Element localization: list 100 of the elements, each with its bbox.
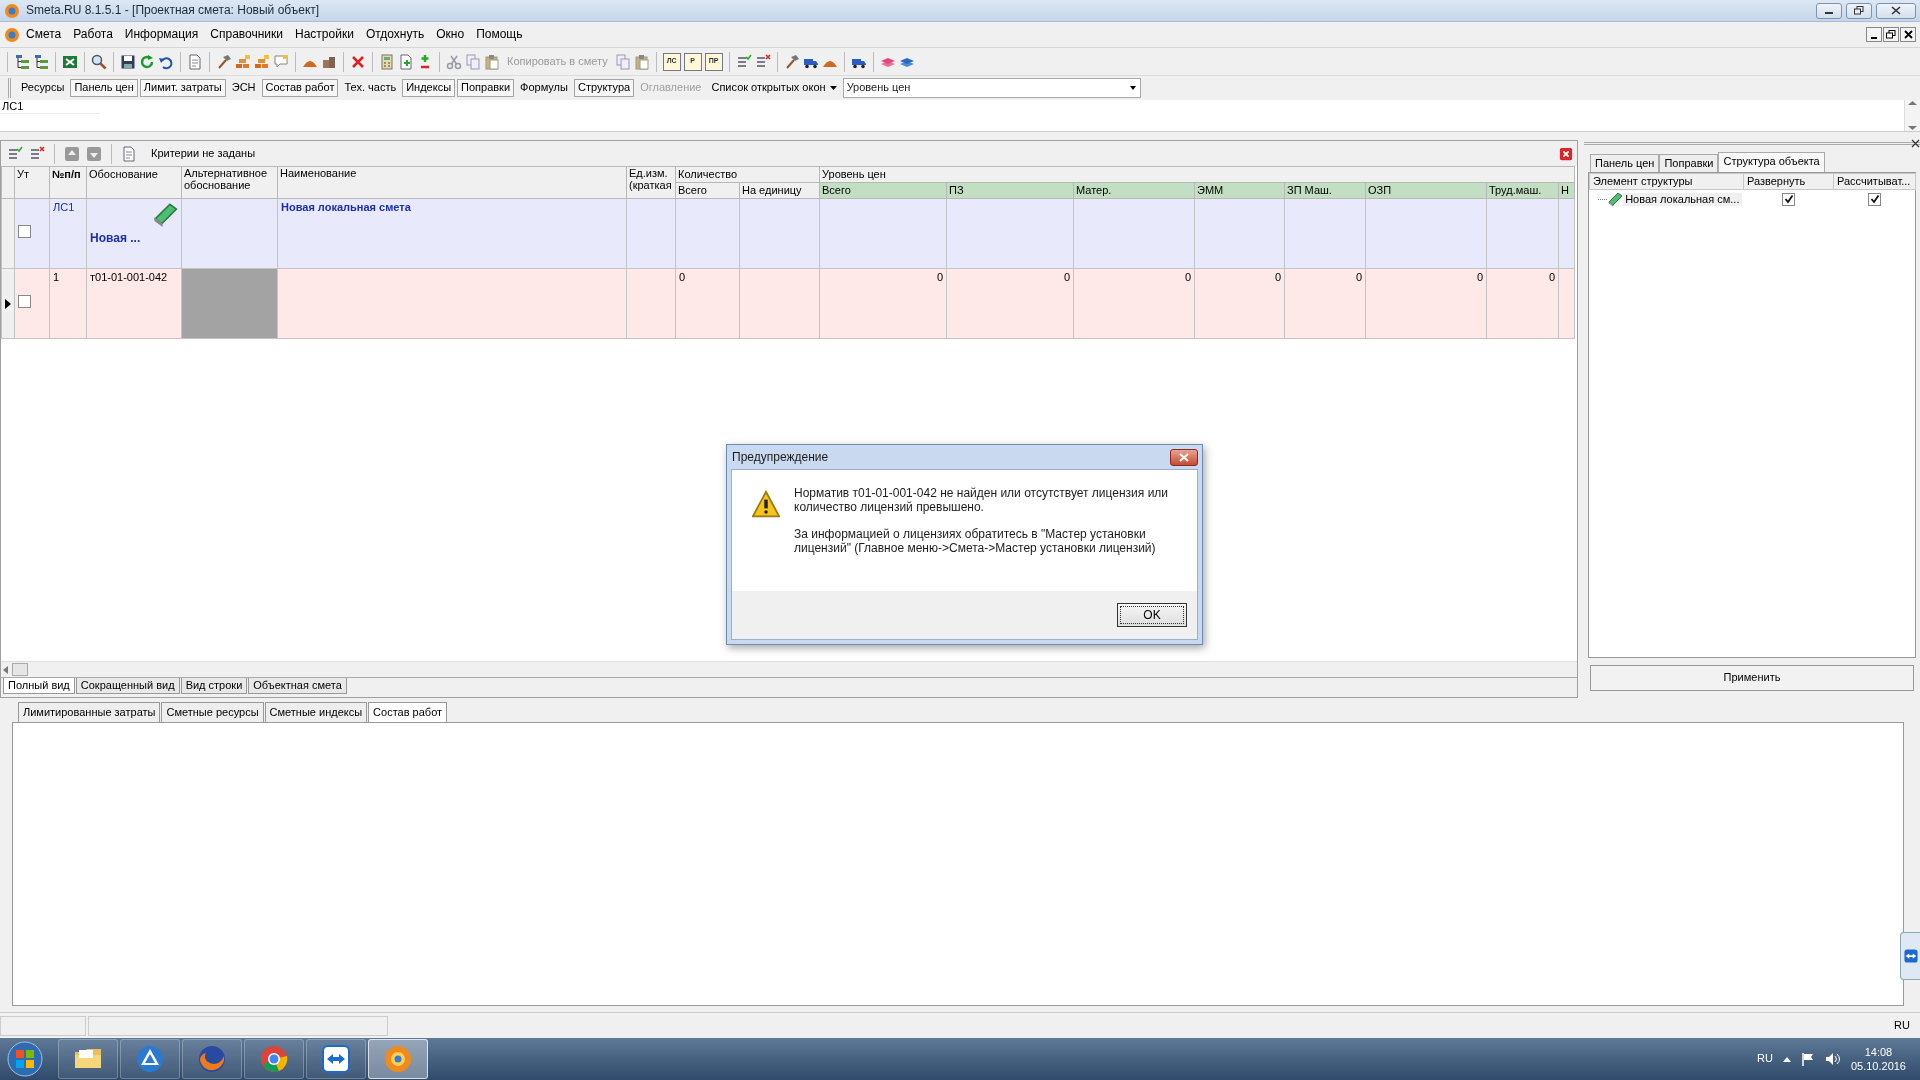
close-icon[interactable] xyxy=(1911,139,1920,148)
list-icon[interactable] xyxy=(754,53,771,70)
column-group-header: Количество xyxy=(675,166,820,183)
column-header[interactable]: Ут xyxy=(14,166,50,199)
app-icon[interactable] xyxy=(383,1044,413,1074)
calculator-icon[interactable] xyxy=(379,53,395,70)
column-header[interactable]: Наименование xyxy=(277,166,627,199)
scissors-icon[interactable] xyxy=(446,53,462,70)
panel-button[interactable]: Поправки xyxy=(457,79,515,97)
document-icon[interactable] xyxy=(187,53,203,70)
scroll-left-icon[interactable] xyxy=(3,665,8,674)
panel-tab[interactable]: Сметные ресурсы xyxy=(161,702,264,722)
menu-item[interactable]: Справочники xyxy=(204,25,290,44)
panel-tab[interactable]: Панель цен xyxy=(1590,153,1660,172)
panel-button[interactable]: Ресурсы xyxy=(17,79,69,97)
scroll-down-icon[interactable] xyxy=(1908,125,1917,131)
close-button[interactable] xyxy=(1876,2,1916,19)
clock-time[interactable]: 14:08 xyxy=(1850,1044,1906,1059)
column-header[interactable]: Ед.изм. (краткая xyxy=(626,166,676,199)
panel-button[interactable]: Структура xyxy=(573,79,635,97)
menu-item[interactable]: Настройки xyxy=(289,25,360,44)
scrollbar-thumb[interactable] xyxy=(12,663,28,676)
ring-icon[interactable] xyxy=(259,1044,289,1074)
view-tab[interactable]: Вид строки xyxy=(180,678,248,695)
checkbox[interactable] xyxy=(18,295,31,309)
paste-icon[interactable] xyxy=(484,53,500,70)
restore-button[interactable] xyxy=(1883,27,1899,42)
column-header[interactable]: Обоснование xyxy=(86,166,182,199)
globe-icon[interactable] xyxy=(197,1044,227,1074)
add-document-icon[interactable] xyxy=(398,53,414,70)
panel-tab[interactable]: Лимитированные затраты xyxy=(18,702,161,722)
list-icon[interactable] xyxy=(29,145,45,162)
close-button[interactable] xyxy=(1900,27,1916,42)
panel-button[interactable]: Лимит. затраты xyxy=(139,79,226,97)
price-level-dropdown[interactable]: Уровень цен xyxy=(842,78,1141,98)
menu-item[interactable]: Смета xyxy=(20,25,68,44)
caret-icon[interactable] xyxy=(1782,1056,1791,1062)
close-button[interactable] xyxy=(1170,448,1198,466)
minimize-button[interactable] xyxy=(1866,27,1882,42)
tree-icon[interactable] xyxy=(33,53,49,70)
checkbox[interactable] xyxy=(1868,192,1881,206)
checkbox[interactable] xyxy=(1782,192,1795,206)
checklist-icon[interactable] xyxy=(7,145,23,162)
minimize-button[interactable] xyxy=(1816,2,1842,19)
panel-button[interactable]: Состав работ xyxy=(261,79,339,97)
view-tab[interactable]: Сокращенный вид xyxy=(75,678,180,695)
menu-item[interactable]: Помощь xyxy=(470,25,529,44)
speaker-icon[interactable] xyxy=(1824,1052,1841,1066)
menu-item[interactable]: Работа xyxy=(67,25,119,44)
hammer-icon[interactable] xyxy=(216,53,232,70)
open-windows-dropdown[interactable]: Список открытых окон xyxy=(707,79,841,97)
table-cell: 0 xyxy=(946,268,1074,339)
column-header[interactable]: №п/п xyxy=(49,166,87,199)
menu-item[interactable]: Информация xyxy=(118,25,205,44)
clock-date[interactable]: 05.10.2016 xyxy=(1850,1059,1906,1074)
language-indicator: RU xyxy=(1893,1018,1911,1033)
panel-tab[interactable]: Структура объекта xyxy=(1718,151,1825,172)
close-icon[interactable] xyxy=(1559,146,1573,161)
panel-tab[interactable]: Состав работ xyxy=(368,702,448,722)
panel-button[interactable]: Тех. часть xyxy=(340,79,401,97)
panel-tab[interactable]: Поправки xyxy=(1659,153,1719,172)
panel-button[interactable]: Панель цен xyxy=(70,79,138,97)
view-tab[interactable]: Полный вид xyxy=(3,678,75,695)
tree-item[interactable]: Новая локальная см... xyxy=(1623,192,1742,206)
language-indicator[interactable]: RU xyxy=(1757,1052,1773,1066)
checkbox[interactable] xyxy=(18,225,31,239)
panel-button[interactable]: ЭСН xyxy=(227,79,260,97)
column-header[interactable]: Развернуть xyxy=(1743,173,1834,190)
column-header[interactable]: Рассчитыват... xyxy=(1833,173,1916,190)
row-header-cell[interactable] xyxy=(1,268,15,339)
paste-icon[interactable] xyxy=(633,53,650,70)
menu-item[interactable]: Отдохнуть xyxy=(359,25,431,44)
message-text: За информацией о лицензиях обратитесь в "Мастер установки лицензий" (Главное меню->Смета->Мастер установки лицензий) xyxy=(794,526,1157,556)
speech-bubble-icon[interactable] xyxy=(273,53,289,70)
bricks-icon[interactable] xyxy=(254,53,270,70)
apply-button[interactable]: Применить xyxy=(1590,665,1914,691)
row-header-cell[interactable] xyxy=(1,198,15,269)
column-header[interactable]: Альтернативное обоснование xyxy=(181,166,278,199)
ok-button[interactable]: OK xyxy=(1117,603,1187,627)
column-header[interactable]: Элемент структуры xyxy=(1589,173,1744,190)
warning-icon xyxy=(752,490,780,518)
flag-icon[interactable] xyxy=(1800,1052,1815,1066)
menu-item[interactable]: Окно xyxy=(430,25,471,44)
hammer-icon[interactable] xyxy=(783,53,800,70)
save-icon[interactable] xyxy=(120,53,136,70)
arrows-icon[interactable] xyxy=(321,1044,351,1074)
cell-reference-field[interactable]: ЛС1 xyxy=(0,100,100,114)
restore-button[interactable] xyxy=(1846,2,1872,19)
tree-icon[interactable] xyxy=(14,53,30,70)
checklist-icon[interactable] xyxy=(735,53,752,70)
search-icon[interactable] xyxy=(91,53,107,70)
scroll-up-icon[interactable] xyxy=(1908,100,1917,106)
document-icon[interactable] xyxy=(121,145,137,162)
panel-button[interactable]: Формулы xyxy=(516,79,572,97)
delete-icon[interactable] xyxy=(350,53,366,70)
view-tab[interactable]: Объектная смета xyxy=(248,678,347,695)
panel-tab[interactable]: Сметные индексы xyxy=(264,702,368,722)
spreadsheet-icon[interactable] xyxy=(62,53,78,70)
bricks-icon[interactable] xyxy=(235,53,251,70)
panel-button[interactable]: Индексы xyxy=(402,79,456,97)
